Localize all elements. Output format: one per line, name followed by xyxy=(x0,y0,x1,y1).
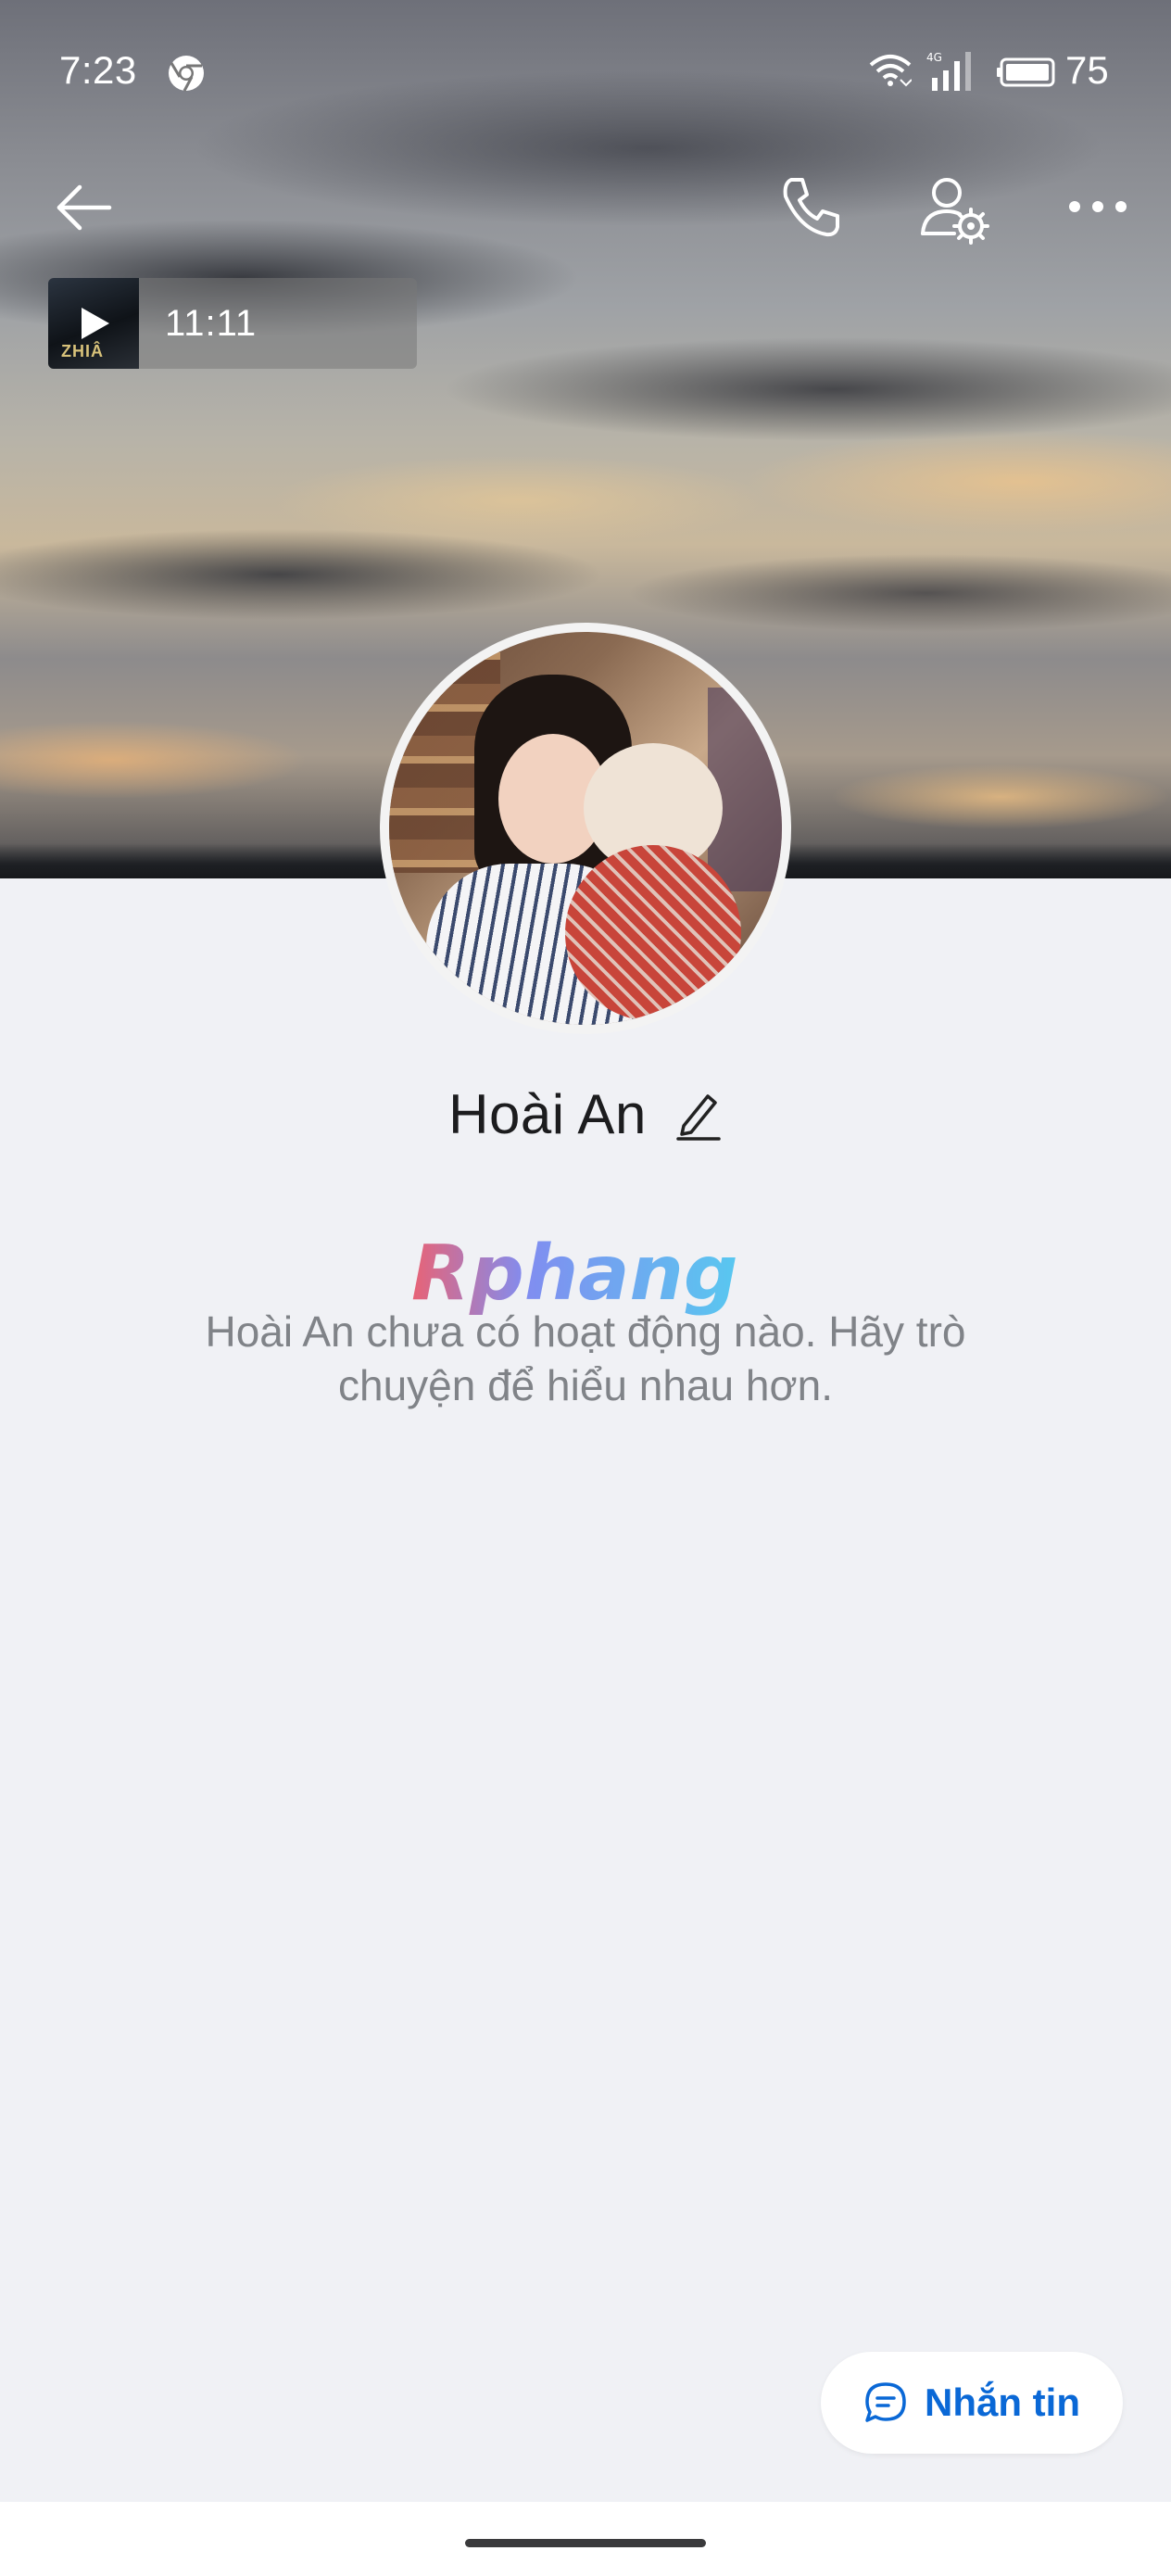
status-time: 7:23 xyxy=(59,48,137,92)
battery-level: 75 xyxy=(1065,48,1109,92)
user-settings-icon[interactable] xyxy=(917,172,989,245)
empty-activity-text: Hoài An chưa có hoạt động nào. Hãy trò c… xyxy=(205,1307,966,1409)
phone-call-icon[interactable] xyxy=(776,172,845,241)
status-bar: 7:23 4G 75 xyxy=(0,0,1171,139)
back-arrow-icon[interactable] xyxy=(52,176,115,239)
profile-name-row: Hoài An xyxy=(0,1082,1171,1146)
music-thumbnail-text: ZHIÂ xyxy=(61,342,104,360)
music-duration: 11:11 xyxy=(165,302,258,344)
avatar-photo xyxy=(389,632,782,1025)
svg-text:4G: 4G xyxy=(926,51,942,64)
profile-name: Hoài An xyxy=(448,1083,647,1145)
message-button[interactable]: Nhắn tin xyxy=(821,2352,1123,2454)
edit-pencil-icon[interactable] xyxy=(674,1089,723,1141)
wifi-icon xyxy=(869,55,912,87)
system-nav-bar xyxy=(0,2502,1171,2576)
message-button-label: Nhắn tin xyxy=(925,2380,1080,2424)
more-dots-icon[interactable] xyxy=(1065,185,1130,228)
home-indicator[interactable] xyxy=(465,2539,706,2547)
battery-icon xyxy=(997,57,1055,87)
music-thumbnail[interactable]: ZHIÂ xyxy=(48,278,139,369)
avatar-teddy-bear-body xyxy=(565,845,741,1021)
signal-4g-icon: 4G xyxy=(926,51,971,91)
chat-bubble-icon xyxy=(865,2382,906,2422)
avatar[interactable] xyxy=(380,623,791,1034)
chrome-icon xyxy=(169,56,204,92)
profile-music-widget[interactable]: ZHIÂ 11:11 xyxy=(48,278,417,369)
play-icon[interactable] xyxy=(82,308,109,339)
